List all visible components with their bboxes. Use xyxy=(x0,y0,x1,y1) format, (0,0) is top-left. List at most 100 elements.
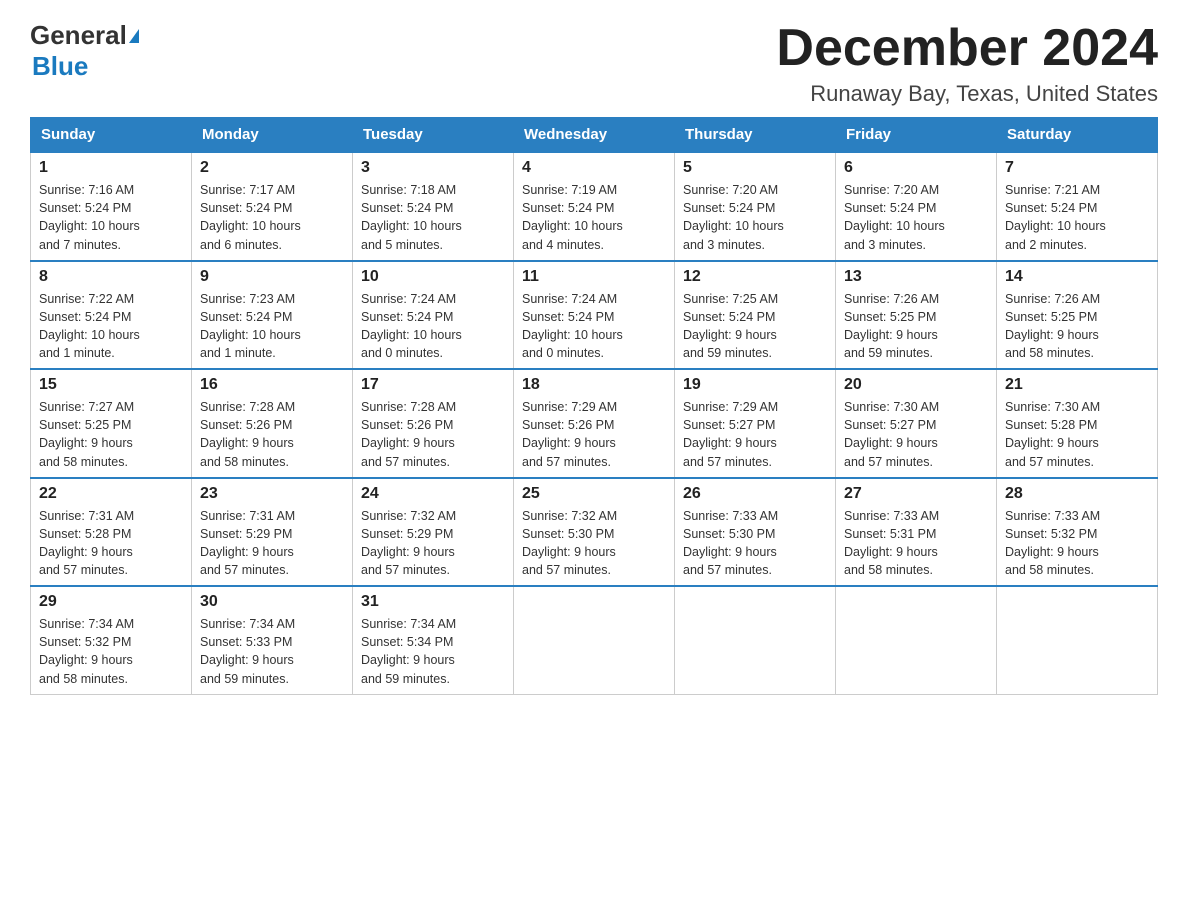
day-info: Sunrise: 7:26 AM Sunset: 5:25 PM Dayligh… xyxy=(1005,290,1149,363)
day-info: Sunrise: 7:32 AM Sunset: 5:30 PM Dayligh… xyxy=(522,507,666,580)
day-number: 15 xyxy=(39,376,183,394)
day-number: 20 xyxy=(844,376,988,394)
calendar-cell xyxy=(675,586,836,694)
weekday-header-tuesday: Tuesday xyxy=(353,118,514,153)
day-info: Sunrise: 7:30 AM Sunset: 5:28 PM Dayligh… xyxy=(1005,398,1149,471)
logo-blue-text: Blue xyxy=(32,51,88,82)
day-info: Sunrise: 7:29 AM Sunset: 5:27 PM Dayligh… xyxy=(683,398,827,471)
calendar-cell: 14 Sunrise: 7:26 AM Sunset: 5:25 PM Dayli… xyxy=(997,261,1158,370)
calendar-cell: 27 Sunrise: 7:33 AM Sunset: 5:31 PM Dayli… xyxy=(836,478,997,587)
month-title: December 2024 xyxy=(776,20,1158,77)
weekday-header-friday: Friday xyxy=(836,118,997,153)
weekday-header-row: SundayMondayTuesdayWednesdayThursdayFrid… xyxy=(31,118,1158,153)
calendar-cell: 10 Sunrise: 7:24 AM Sunset: 5:24 PM Dayli… xyxy=(353,261,514,370)
day-info: Sunrise: 7:26 AM Sunset: 5:25 PM Dayligh… xyxy=(844,290,988,363)
day-info: Sunrise: 7:23 AM Sunset: 5:24 PM Dayligh… xyxy=(200,290,344,363)
calendar-cell: 2 Sunrise: 7:17 AM Sunset: 5:24 PM Daylig… xyxy=(192,152,353,261)
day-number: 9 xyxy=(200,268,344,286)
day-info: Sunrise: 7:17 AM Sunset: 5:24 PM Dayligh… xyxy=(200,181,344,254)
day-info: Sunrise: 7:28 AM Sunset: 5:26 PM Dayligh… xyxy=(200,398,344,471)
day-number: 19 xyxy=(683,376,827,394)
calendar-table: SundayMondayTuesdayWednesdayThursdayFrid… xyxy=(30,117,1158,695)
weekday-header-sunday: Sunday xyxy=(31,118,192,153)
calendar-cell: 1 Sunrise: 7:16 AM Sunset: 5:24 PM Daylig… xyxy=(31,152,192,261)
calendar-cell: 9 Sunrise: 7:23 AM Sunset: 5:24 PM Daylig… xyxy=(192,261,353,370)
logo-triangle-icon xyxy=(129,29,139,43)
day-number: 23 xyxy=(200,485,344,503)
calendar-cell: 15Sunrise: 7:27 AM Sunset: 5:25 PM Dayli… xyxy=(31,369,192,478)
day-number: 31 xyxy=(361,593,505,611)
day-info: Sunrise: 7:20 AM Sunset: 5:24 PM Dayligh… xyxy=(683,181,827,254)
calendar-cell: 30Sunrise: 7:34 AM Sunset: 5:33 PM Dayli… xyxy=(192,586,353,694)
calendar-cell: 25 Sunrise: 7:32 AM Sunset: 5:30 PM Dayli… xyxy=(514,478,675,587)
calendar-cell xyxy=(514,586,675,694)
day-number: 1 xyxy=(39,159,183,177)
logo-general-text: General xyxy=(30,20,127,51)
day-number: 14 xyxy=(1005,268,1149,286)
day-info: Sunrise: 7:29 AM Sunset: 5:26 PM Dayligh… xyxy=(522,398,666,471)
weekday-header-wednesday: Wednesday xyxy=(514,118,675,153)
calendar-cell: 13 Sunrise: 7:26 AM Sunset: 5:25 PM Dayli… xyxy=(836,261,997,370)
calendar-week-2: 8 Sunrise: 7:22 AM Sunset: 5:24 PM Daylig… xyxy=(31,261,1158,370)
day-info: Sunrise: 7:31 AM Sunset: 5:29 PM Dayligh… xyxy=(200,507,344,580)
calendar-cell: 26 Sunrise: 7:33 AM Sunset: 5:30 PM Dayli… xyxy=(675,478,836,587)
calendar-cell xyxy=(836,586,997,694)
calendar-cell: 28 Sunrise: 7:33 AM Sunset: 5:32 PM Dayli… xyxy=(997,478,1158,587)
day-info: Sunrise: 7:19 AM Sunset: 5:24 PM Dayligh… xyxy=(522,181,666,254)
day-number: 28 xyxy=(1005,485,1149,503)
day-info: Sunrise: 7:33 AM Sunset: 5:31 PM Dayligh… xyxy=(844,507,988,580)
day-number: 2 xyxy=(200,159,344,177)
day-number: 6 xyxy=(844,159,988,177)
logo: General Blue xyxy=(30,20,139,82)
day-number: 8 xyxy=(39,268,183,286)
day-info: Sunrise: 7:31 AM Sunset: 5:28 PM Dayligh… xyxy=(39,507,183,580)
calendar-cell: 8 Sunrise: 7:22 AM Sunset: 5:24 PM Daylig… xyxy=(31,261,192,370)
day-number: 26 xyxy=(683,485,827,503)
day-info: Sunrise: 7:33 AM Sunset: 5:32 PM Dayligh… xyxy=(1005,507,1149,580)
day-number: 25 xyxy=(522,485,666,503)
day-info: Sunrise: 7:32 AM Sunset: 5:29 PM Dayligh… xyxy=(361,507,505,580)
day-number: 5 xyxy=(683,159,827,177)
day-number: 22 xyxy=(39,485,183,503)
weekday-header-saturday: Saturday xyxy=(997,118,1158,153)
calendar-cell: 4Sunrise: 7:19 AM Sunset: 5:24 PM Daylig… xyxy=(514,152,675,261)
calendar-cell: 16 Sunrise: 7:28 AM Sunset: 5:26 PM Dayli… xyxy=(192,369,353,478)
day-number: 18 xyxy=(522,376,666,394)
day-number: 29 xyxy=(39,593,183,611)
calendar-week-5: 29Sunrise: 7:34 AM Sunset: 5:32 PM Dayli… xyxy=(31,586,1158,694)
day-number: 27 xyxy=(844,485,988,503)
day-number: 13 xyxy=(844,268,988,286)
calendar-week-1: 1 Sunrise: 7:16 AM Sunset: 5:24 PM Daylig… xyxy=(31,152,1158,261)
day-info: Sunrise: 7:24 AM Sunset: 5:24 PM Dayligh… xyxy=(522,290,666,363)
calendar-cell: 11 Sunrise: 7:24 AM Sunset: 5:24 PM Dayli… xyxy=(514,261,675,370)
weekday-header-thursday: Thursday xyxy=(675,118,836,153)
day-info: Sunrise: 7:22 AM Sunset: 5:24 PM Dayligh… xyxy=(39,290,183,363)
day-number: 3 xyxy=(361,159,505,177)
day-info: Sunrise: 7:33 AM Sunset: 5:30 PM Dayligh… xyxy=(683,507,827,580)
day-number: 17 xyxy=(361,376,505,394)
day-info: Sunrise: 7:34 AM Sunset: 5:34 PM Dayligh… xyxy=(361,615,505,688)
day-info: Sunrise: 7:24 AM Sunset: 5:24 PM Dayligh… xyxy=(361,290,505,363)
day-info: Sunrise: 7:20 AM Sunset: 5:24 PM Dayligh… xyxy=(844,181,988,254)
calendar-cell: 29Sunrise: 7:34 AM Sunset: 5:32 PM Dayli… xyxy=(31,586,192,694)
day-info: Sunrise: 7:28 AM Sunset: 5:26 PM Dayligh… xyxy=(361,398,505,471)
calendar-cell: 19 Sunrise: 7:29 AM Sunset: 5:27 PM Dayli… xyxy=(675,369,836,478)
weekday-header-monday: Monday xyxy=(192,118,353,153)
day-number: 16 xyxy=(200,376,344,394)
day-number: 10 xyxy=(361,268,505,286)
calendar-cell: 22 Sunrise: 7:31 AM Sunset: 5:28 PM Dayli… xyxy=(31,478,192,587)
calendar-cell: 5 Sunrise: 7:20 AM Sunset: 5:24 PM Daylig… xyxy=(675,152,836,261)
day-number: 11 xyxy=(522,268,666,286)
calendar-cell: 21 Sunrise: 7:30 AM Sunset: 5:28 PM Dayli… xyxy=(997,369,1158,478)
calendar-cell: 17 Sunrise: 7:28 AM Sunset: 5:26 PM Dayli… xyxy=(353,369,514,478)
page-header: General Blue December 2024 Runaway Bay, … xyxy=(30,20,1158,107)
day-number: 12 xyxy=(683,268,827,286)
day-number: 21 xyxy=(1005,376,1149,394)
calendar-week-4: 22 Sunrise: 7:31 AM Sunset: 5:28 PM Dayli… xyxy=(31,478,1158,587)
day-info: Sunrise: 7:21 AM Sunset: 5:24 PM Dayligh… xyxy=(1005,181,1149,254)
day-info: Sunrise: 7:18 AM Sunset: 5:24 PM Dayligh… xyxy=(361,181,505,254)
calendar-cell: 18 Sunrise: 7:29 AM Sunset: 5:26 PM Dayli… xyxy=(514,369,675,478)
day-info: Sunrise: 7:16 AM Sunset: 5:24 PM Dayligh… xyxy=(39,181,183,254)
calendar-cell: 3 Sunrise: 7:18 AM Sunset: 5:24 PM Daylig… xyxy=(353,152,514,261)
calendar-cell xyxy=(997,586,1158,694)
